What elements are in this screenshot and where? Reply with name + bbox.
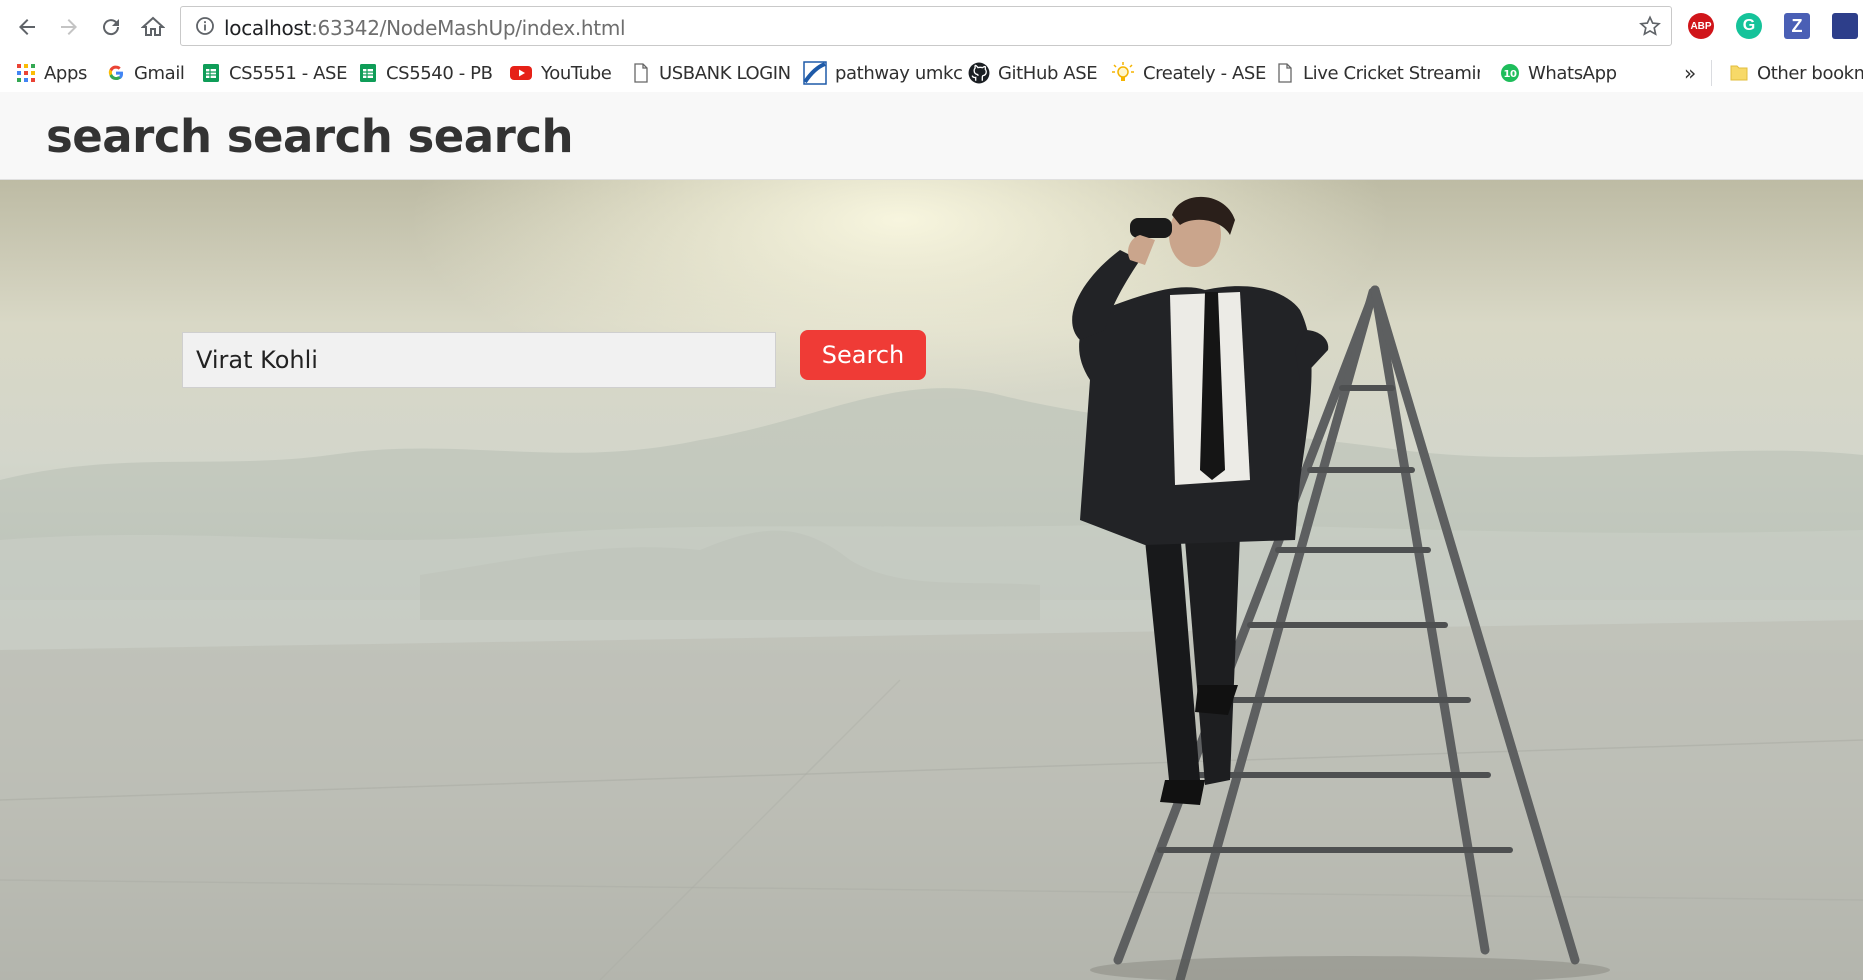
- bookmark-label: WhatsApp: [1528, 62, 1617, 84]
- back-arrow-icon: [19, 19, 35, 35]
- bookmark-gmail[interactable]: Gmail: [106, 61, 185, 85]
- bookmark-label: Creately - ASE: [1143, 62, 1266, 84]
- search-input[interactable]: [182, 332, 776, 388]
- bookmarks-overflow-button[interactable]: »: [1684, 61, 1696, 85]
- bookmark-apps[interactable]: Apps: [16, 61, 87, 85]
- search-button[interactable]: Search: [800, 330, 926, 380]
- youtube-icon: [510, 66, 532, 80]
- url-text: localhost:63342/NodeMashUp/index.html: [224, 16, 626, 40]
- home-icon: [141, 16, 165, 36]
- abp-icon[interactable]: ABP: [1688, 13, 1714, 39]
- page-navbar: search search search: [0, 92, 1863, 180]
- url-host: localhost: [224, 16, 312, 40]
- bookmark-usbank[interactable]: USBANK LOGIN: [631, 61, 791, 85]
- back-button[interactable]: [10, 10, 44, 44]
- github-icon: [968, 62, 990, 84]
- forward-button[interactable]: [52, 10, 86, 44]
- bookmark-cricket[interactable]: Live Cricket Streaming: [1275, 61, 1480, 85]
- svg-text:10: 10: [1503, 69, 1517, 80]
- bookmark-pathway[interactable]: pathway umkc: [803, 61, 963, 85]
- overflow-chevron-icon: »: [1684, 61, 1696, 85]
- hero-illustration: [0, 196, 1863, 980]
- bookmark-label: Gmail: [134, 62, 185, 84]
- address-bar[interactable]: localhost:63342/NodeMashUp/index.html: [180, 6, 1672, 46]
- bookmark-star-icon[interactable]: [1639, 15, 1661, 37]
- apps-grid-icon: [17, 64, 35, 82]
- browser-toolbar: localhost:63342/NodeMashUp/index.html AB…: [0, 0, 1863, 54]
- whatsapp-icon: 10: [1501, 64, 1519, 82]
- page-icon: [1278, 63, 1292, 83]
- bookmark-label: CS5540 - PB: [386, 62, 493, 84]
- bookmark-youtube[interactable]: YouTube: [509, 61, 612, 85]
- bookmark-cs5540[interactable]: CS5540 - PB: [358, 61, 493, 85]
- sheets-icon: [203, 64, 219, 82]
- grammarly-icon[interactable]: G: [1736, 13, 1762, 39]
- google-icon: [108, 65, 124, 81]
- grammarly-label: G: [1742, 17, 1756, 34]
- bookmarks-bar: Apps Gmail CS5551 - ASE CS5540 - PB YouT…: [0, 54, 1863, 93]
- page-icon: [634, 63, 648, 83]
- bulb-icon: [1112, 62, 1134, 81]
- forward-arrow-icon: [61, 19, 77, 35]
- abp-label: ABP: [1690, 20, 1712, 32]
- bookmark-cs5551[interactable]: CS5551 - ASE: [201, 61, 347, 85]
- z-extension-label: Z: [1791, 15, 1803, 36]
- info-icon[interactable]: [195, 16, 215, 36]
- bookmark-label: Live Cricket Streaming: [1303, 62, 1480, 84]
- bookmark-label: CS5551 - ASE: [229, 62, 348, 84]
- bookmark-label: pathway umkc: [835, 62, 963, 84]
- web-page: search search search Virat Kohli Search: [0, 92, 1863, 980]
- hero-background: Search: [0, 180, 1863, 980]
- folder-icon: [1730, 65, 1748, 81]
- other-bookmarks-folder[interactable]: Other bookm: [1729, 61, 1863, 85]
- bookmark-creately[interactable]: Creately - ASE: [1111, 61, 1266, 85]
- reload-icon: [103, 19, 120, 36]
- bookmark-label: Apps: [44, 62, 87, 84]
- home-button[interactable]: [136, 10, 170, 44]
- url-path: :63342/NodeMashUp/index.html: [311, 16, 626, 40]
- sheets-icon: [360, 64, 376, 82]
- bookmark-github[interactable]: GitHub ASE: [968, 61, 1098, 85]
- bookmarks-divider: [1711, 60, 1712, 86]
- z-extension-icon[interactable]: Z: [1784, 13, 1810, 39]
- bookmark-label: GitHub ASE: [998, 62, 1098, 84]
- reload-button[interactable]: [94, 10, 128, 44]
- bookmark-label: YouTube: [541, 62, 612, 84]
- bookmark-whatsapp[interactable]: 10 WhatsApp: [1500, 61, 1617, 85]
- bookmark-label: USBANK LOGIN: [659, 62, 791, 84]
- bookmark-label: Other bookm: [1757, 62, 1863, 84]
- pathway-icon: [803, 61, 827, 85]
- page-title: search search search: [46, 110, 574, 163]
- flag-extension-icon[interactable]: [1832, 13, 1858, 39]
